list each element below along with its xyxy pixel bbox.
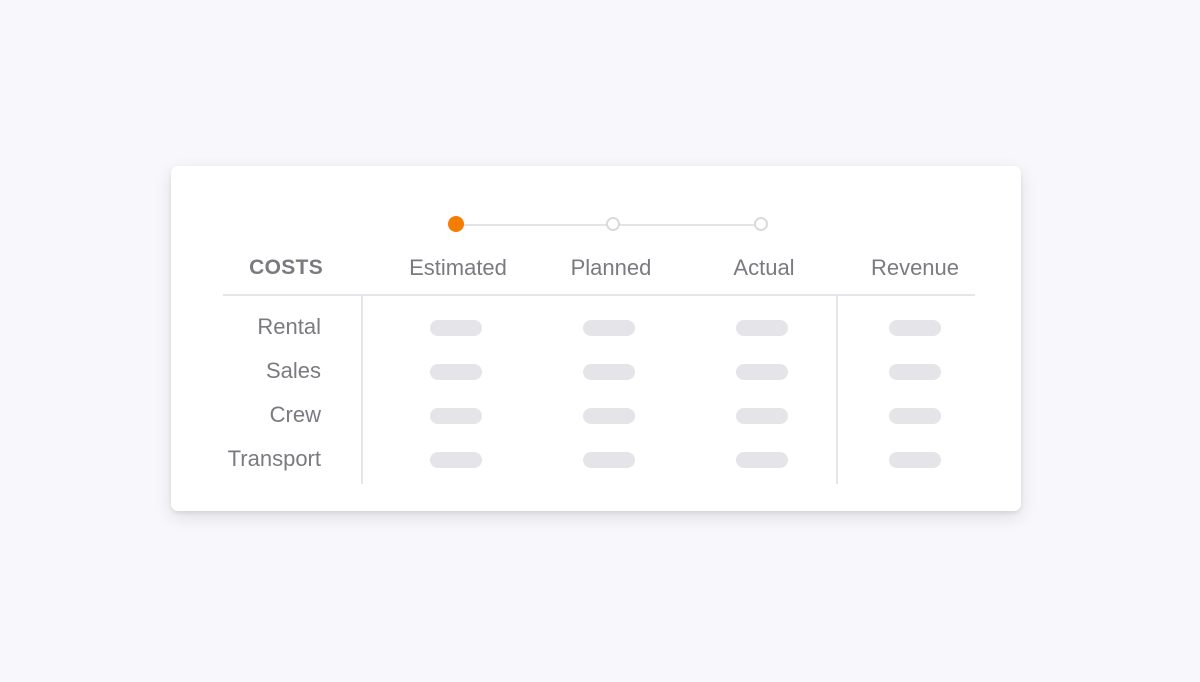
- row-label-transport: Transport: [227, 446, 321, 471]
- cell-placeholder: [430, 320, 482, 336]
- cell-placeholder: [430, 364, 482, 380]
- row-label-rental: Rental: [257, 314, 321, 339]
- cell-placeholder: [583, 452, 635, 468]
- stepper-connector: [613, 224, 761, 226]
- cell-placeholder: [736, 408, 788, 424]
- step-actual-dot[interactable]: [754, 217, 768, 231]
- step-planned-dot[interactable]: [606, 217, 620, 231]
- column-header-planned[interactable]: Planned: [536, 254, 686, 282]
- revenue-column-divider: [836, 296, 838, 484]
- step-estimated-dot[interactable]: [448, 216, 464, 232]
- header-divider: [223, 294, 975, 296]
- costs-column-divider: [361, 296, 363, 484]
- cell-placeholder: [736, 452, 788, 468]
- column-header-actual[interactable]: Actual: [689, 254, 839, 282]
- row-label-crew: Crew: [269, 402, 321, 427]
- costs-card: COSTS Estimated Planned Actual Revenue R…: [171, 166, 1021, 511]
- column-header-estimated[interactable]: Estimated: [383, 254, 533, 282]
- column-header-revenue[interactable]: Revenue: [840, 254, 990, 282]
- cell-placeholder: [889, 364, 941, 380]
- stepper-connector: [456, 224, 613, 226]
- cell-placeholder: [583, 320, 635, 336]
- row-label-sales: Sales: [265, 358, 321, 383]
- cell-placeholder: [430, 408, 482, 424]
- cell-placeholder: [889, 320, 941, 336]
- cell-placeholder: [736, 320, 788, 336]
- cell-placeholder: [736, 364, 788, 380]
- cell-placeholder: [889, 452, 941, 468]
- cell-placeholder: [583, 364, 635, 380]
- stage-stepper: [171, 166, 1021, 246]
- cell-placeholder: [889, 408, 941, 424]
- costs-header: COSTS: [249, 256, 323, 279]
- cell-placeholder: [583, 408, 635, 424]
- cell-placeholder: [430, 452, 482, 468]
